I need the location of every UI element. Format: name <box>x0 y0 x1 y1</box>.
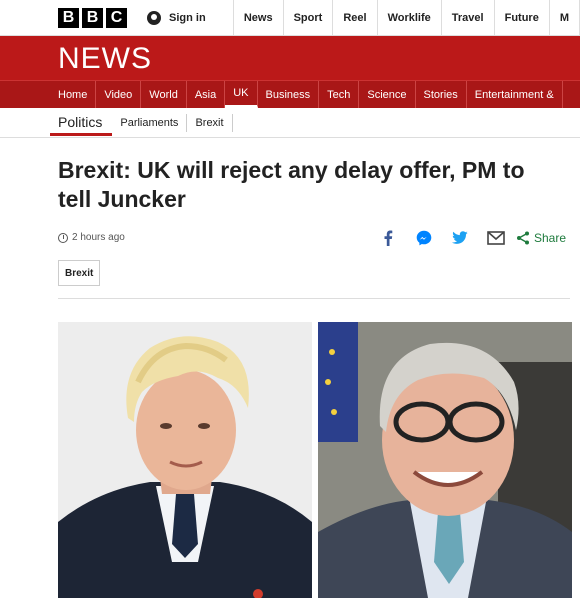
nav-item-asia[interactable]: Asia <box>187 81 226 108</box>
logo-letter: C <box>106 8 127 28</box>
top-link-travel[interactable]: Travel <box>442 0 495 36</box>
share-icon <box>517 231 529 245</box>
top-links: News Sport Reel Worklife Travel Future M <box>234 0 580 36</box>
timestamp: 2 hours ago <box>72 232 125 243</box>
bbc-logo[interactable]: B B C <box>58 8 127 28</box>
nav-item-business[interactable]: Business <box>258 81 320 108</box>
user-icon <box>147 11 161 25</box>
share-label: Share <box>534 231 567 245</box>
nav-item-science[interactable]: Science <box>359 81 416 108</box>
top-link-sport[interactable]: Sport <box>284 0 334 36</box>
email-icon[interactable] <box>478 229 514 247</box>
share-button[interactable]: Share <box>516 231 566 245</box>
sign-in-link[interactable]: Sign in <box>145 0 234 36</box>
subnav-item-brexit[interactable]: Brexit <box>187 114 233 132</box>
nav-item-uk[interactable]: UK <box>225 81 258 108</box>
news-logo[interactable]: NEWS <box>58 42 152 76</box>
top-link-worklife[interactable]: Worklife <box>378 0 442 36</box>
share-tools: Share <box>370 229 566 247</box>
sub-nav: Politics Parliaments Brexit <box>0 108 580 138</box>
twitter-icon[interactable] <box>442 229 478 247</box>
main-nav: Home Video World Asia UK Business Tech S… <box>0 80 580 108</box>
article-photo-right <box>318 322 572 598</box>
article-photo-left <box>58 322 312 598</box>
top-link-reel[interactable]: Reel <box>333 0 378 36</box>
logo-letter: B <box>58 8 79 28</box>
article-headline: Brexit: UK will reject any delay offer, … <box>58 157 525 212</box>
logo-letter: B <box>82 8 103 28</box>
nav-item-entertainment[interactable]: Entertainment & <box>467 81 563 108</box>
news-banner: NEWS <box>0 36 580 80</box>
nav-item-video[interactable]: Video <box>96 81 142 108</box>
top-link-future[interactable]: Future <box>495 0 550 36</box>
sign-in-label: Sign in <box>169 12 206 24</box>
nav-item-world[interactable]: World <box>141 81 187 108</box>
subnav-item-parliaments[interactable]: Parliaments <box>112 114 188 132</box>
divider <box>58 298 570 299</box>
nav-item-home[interactable]: Home <box>50 81 97 108</box>
top-link-news[interactable]: News <box>234 0 284 36</box>
top-link-more[interactable]: M <box>550 0 580 36</box>
facebook-icon[interactable] <box>370 229 406 247</box>
article-meta: 2 hours ago <box>58 232 125 243</box>
messenger-icon[interactable] <box>406 229 442 247</box>
topic-tag-brexit[interactable]: Brexit <box>58 260 101 286</box>
clock-icon <box>58 232 68 243</box>
nav-item-tech[interactable]: Tech <box>319 81 360 108</box>
nav-item-stories[interactable]: Stories <box>416 81 467 108</box>
top-bar: B B C Sign in News Sport Reel Worklife T… <box>0 0 580 36</box>
subnav-item-politics[interactable]: Politics <box>50 110 113 136</box>
